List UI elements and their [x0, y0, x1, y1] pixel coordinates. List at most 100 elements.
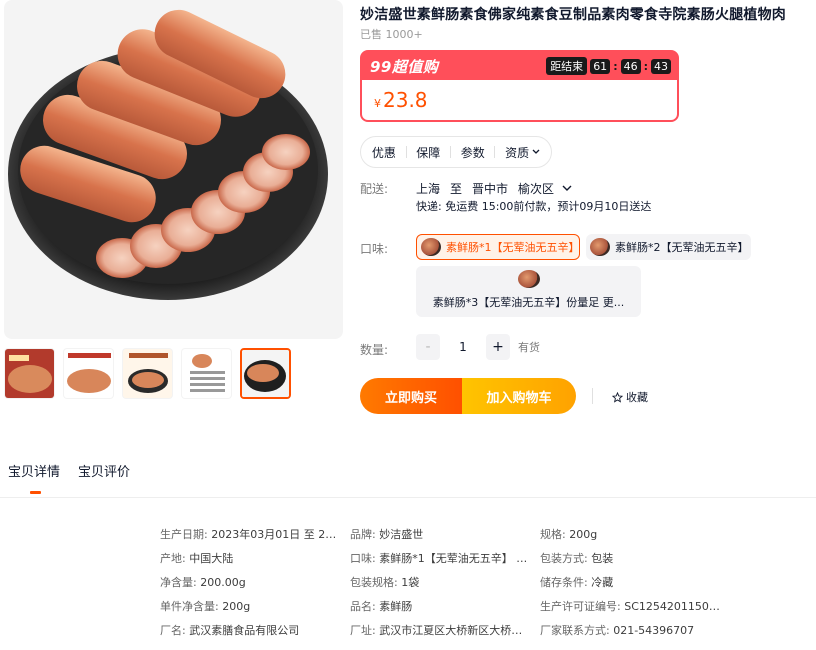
delivery-label: 配送:: [360, 182, 389, 196]
attribute-value: 素鲜肠: [379, 600, 413, 613]
product-attributes: 生产日期: 2023年03月01日 至 202... 品牌: 妙洁盛世 规格: 20…: [160, 527, 730, 639]
attribute-key: 厂家联系方式:: [540, 624, 610, 637]
thumbnail-4[interactable]: [181, 348, 232, 399]
attribute-key: 净含量:: [160, 576, 197, 589]
price-value: 23.8: [383, 88, 428, 112]
attribute-value: 1袋: [401, 576, 420, 589]
attribute-value: 包装: [591, 552, 614, 565]
buy-now-button[interactable]: 立即购买: [360, 378, 462, 414]
attribute-key: 规格:: [540, 528, 566, 541]
attribute-item: 生产日期: 2023年03月01日 至 202...: [160, 527, 350, 543]
ship-district-selector[interactable]: 榆次区: [518, 180, 572, 197]
quantity-stepper: - 1 + 有货: [416, 334, 540, 360]
promo-price-box: 99超值购 距结束 61 : 46 : 43 ¥ 23.8: [360, 50, 679, 122]
attribute-key: 品牌:: [350, 528, 376, 541]
detail-tabs: 宝贝详情 宝贝评价: [8, 461, 130, 494]
favorite-button[interactable]: 收藏: [612, 389, 648, 405]
thumbnail-3[interactable]: [122, 348, 173, 399]
attribute-item: 品牌: 妙洁盛世: [350, 527, 540, 543]
flavor-option-2[interactable]: 素鲜肠*2【无荤油无五辛】: [586, 234, 751, 260]
attribute-key: 包装规格:: [350, 576, 398, 589]
attribute-value: 武汉素膳食品有限公司: [189, 624, 300, 637]
attribute-key: 生产日期:: [160, 528, 208, 541]
main-product-image[interactable]: [4, 0, 343, 339]
attribute-item: 产地: 中国大陆: [160, 551, 350, 567]
flavor-option-1-selected[interactable]: 素鲜肠*1【无荤油无五辛】: [416, 234, 580, 260]
tab-product-reviews[interactable]: 宝贝评价: [78, 461, 130, 480]
thumbnail-1[interactable]: [4, 348, 55, 399]
countdown-label: 距结束: [546, 57, 588, 75]
attribute-item: 单件净含量: 200g: [160, 599, 350, 615]
favorite-label: 收藏: [626, 391, 648, 404]
chevron-down-icon: [532, 149, 540, 154]
tab-discount[interactable]: 优惠: [372, 144, 396, 161]
countdown-separator: :: [643, 59, 648, 73]
sold-count: 已售 1000+: [360, 28, 423, 41]
attribute-item: 口味: 素鲜肠*1【无荤油无五辛】 素...: [350, 551, 540, 567]
attribute-item: 生产许可证编号: SC125420115072...: [540, 599, 730, 615]
countdown: 距结束 61 : 46 : 43: [546, 57, 671, 75]
flavor-label: 口味:: [360, 242, 389, 256]
ship-from: 上海: [416, 182, 441, 196]
attribute-key: 生产许可证编号:: [540, 600, 621, 613]
ship-to-word: 至: [450, 182, 463, 196]
delivery-route: 上海 至 晋中市 榆次区: [416, 180, 572, 197]
tab-guarantee[interactable]: 保障: [416, 144, 440, 161]
attribute-item: 厂名: 武汉素膳食品有限公司: [160, 623, 350, 639]
attribute-key: 单件净含量:: [160, 600, 219, 613]
flavor-option-label: 素鲜肠*2【无荤油无五辛】: [615, 241, 749, 254]
attribute-value: SC125420115072...: [624, 600, 730, 613]
thumbnail-5-selected[interactable]: [240, 348, 291, 399]
add-to-cart-button[interactable]: 加入购物车: [462, 378, 576, 414]
attribute-item: 包装方式: 包装: [540, 551, 730, 567]
flavor-swatch-icon: [517, 270, 540, 288]
tab-params[interactable]: 参数: [461, 144, 485, 161]
star-icon: [612, 391, 623, 403]
ship-city[interactable]: 晋中市: [472, 180, 508, 197]
attribute-value: 200g: [569, 528, 598, 541]
quantity-minus-button[interactable]: -: [416, 334, 440, 360]
countdown-minutes: 46: [620, 58, 641, 74]
attribute-value: 中国大陆: [189, 552, 234, 565]
attribute-value: 武汉市江夏区大桥新区大桥村...: [379, 624, 533, 637]
quantity-input[interactable]: 1: [442, 334, 484, 360]
quantity-plus-button[interactable]: +: [486, 334, 510, 360]
divider: [592, 388, 593, 404]
tab-divider: [405, 146, 407, 158]
tab-qualification-label: 资质: [505, 145, 530, 160]
attribute-item: 厂址: 武汉市江夏区大桥新区大桥村...: [350, 623, 540, 639]
attribute-value: 素鲜肠*1【无荤油无五辛】 素...: [379, 552, 538, 565]
attribute-key: 厂址:: [350, 624, 376, 637]
flavor-option-3[interactable]: 素鲜肠*3【无荤油无五辛】份量足 更...: [416, 266, 641, 317]
attribute-item: 厂家联系方式: 021-54396707: [540, 623, 730, 639]
attribute-value: 021-54396707: [613, 624, 695, 637]
attribute-key: 厂名:: [160, 624, 186, 637]
price-symbol: ¥: [374, 97, 381, 110]
tab-divider: [494, 146, 496, 158]
attribute-item: 储存条件: 冷藏: [540, 575, 730, 591]
flavor-option-label: 素鲜肠*3【无荤油无五辛】份量足 更...: [432, 296, 625, 309]
delivery-detail: 快递: 免运费 15:00前付款，预计09月10日送达: [416, 200, 652, 213]
quantity-label: 数量:: [360, 343, 389, 357]
promo-label: 99超值购: [370, 57, 439, 76]
stock-status: 有货: [518, 341, 540, 354]
tab-product-details[interactable]: 宝贝详情: [8, 461, 60, 494]
promo-header: 99超值购 距结束 61 : 46 : 43: [362, 52, 677, 80]
countdown-separator: :: [613, 59, 618, 73]
section-divider: [0, 497, 816, 498]
flavor-swatch-icon: [421, 238, 441, 256]
tab-divider: [449, 146, 451, 158]
attribute-item: 包装规格: 1袋: [350, 575, 540, 591]
tab-qualification[interactable]: 资质: [505, 144, 540, 161]
countdown-hours: 61: [590, 58, 611, 74]
chevron-down-icon: [562, 185, 572, 191]
attribute-key: 口味:: [350, 552, 376, 565]
thumbnail-2[interactable]: [63, 348, 114, 399]
attribute-value: 200.00g: [200, 576, 246, 589]
price-display: ¥ 23.8: [362, 80, 677, 120]
attribute-item: 规格: 200g: [540, 527, 730, 543]
attribute-key: 储存条件:: [540, 576, 588, 589]
countdown-seconds: 43: [651, 58, 671, 74]
info-tabs: 优惠 保障 参数 资质: [360, 136, 552, 168]
attribute-key: 产地:: [160, 552, 186, 565]
